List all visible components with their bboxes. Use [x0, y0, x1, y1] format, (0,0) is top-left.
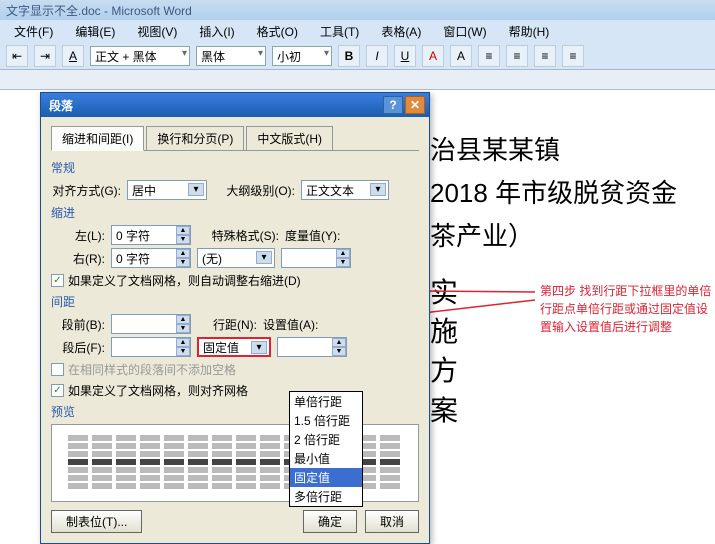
label-align: 对齐方式(G):: [51, 182, 121, 199]
label-chk1: 如果定义了文档网格，则自动调整右缩进(D): [68, 272, 301, 289]
window-title: 文字显示不全.doc - Microsoft Word: [6, 2, 192, 19]
outline-select[interactable]: 正文文本: [301, 180, 389, 200]
label-outline: 大纲级别(O):: [213, 182, 295, 199]
font-color-button[interactable]: A: [422, 45, 444, 67]
align-justify-button[interactable]: ≡: [562, 45, 584, 67]
label-at: 设置值(A):: [263, 316, 333, 333]
menu-file[interactable]: 文件(F): [4, 21, 63, 42]
space-after-field[interactable]: ▲▼: [111, 337, 191, 357]
window-titlebar: 文字显示不全.doc - Microsoft Word: [0, 0, 715, 20]
line-spacing-select[interactable]: 固定值: [197, 337, 271, 357]
underline-button[interactable]: U: [394, 45, 416, 67]
indent-left-button[interactable]: ⇤: [6, 45, 28, 67]
menu-bar: 文件(F) 编辑(E) 视图(V) 插入(I) 格式(O) 工具(T) 表格(A…: [0, 20, 715, 42]
annotation-text: 第四步 找到行距下拉框里的单倍行距点单倍行距或通过固定值设置输入设置值后进行调整: [540, 282, 715, 336]
menu-format[interactable]: 格式(O): [247, 21, 308, 42]
ruler: [0, 70, 715, 90]
dd-opt-fixed[interactable]: 固定值: [290, 468, 362, 487]
document-text: 治县某某镇 2018 年市级脱贫资金 茶产业） 实 施 方 案: [430, 130, 677, 430]
label-left: 左(L):: [51, 227, 105, 244]
label-chk3: 如果定义了文档网格，则对齐网格: [68, 382, 248, 399]
ok-button[interactable]: 确定: [303, 510, 357, 533]
label-by: 度量值(Y):: [285, 227, 355, 244]
tab-line-page[interactable]: 换行和分页(P): [146, 126, 244, 151]
dd-opt-1-5[interactable]: 1.5 倍行距: [290, 411, 362, 430]
font-dialog-button[interactable]: A: [62, 45, 84, 67]
menu-help[interactable]: 帮助(H): [499, 21, 560, 42]
indent-right-field[interactable]: 0 字符▲▼: [111, 248, 191, 268]
dialog-titlebar[interactable]: 段落 ? ✕: [41, 93, 429, 117]
doc-line-1: 治县某某镇: [430, 130, 677, 167]
group-preview: 预览: [51, 403, 419, 420]
menu-insert[interactable]: 插入(I): [189, 21, 244, 42]
align-select[interactable]: 居中: [127, 180, 207, 200]
help-button[interactable]: ?: [383, 96, 403, 114]
bold-button[interactable]: B: [338, 45, 360, 67]
label-right: 右(R):: [51, 250, 105, 267]
group-indent: 缩进: [51, 204, 419, 221]
dd-opt-double[interactable]: 2 倍行距: [290, 430, 362, 449]
align-right-button[interactable]: ≡: [534, 45, 556, 67]
align-left-button[interactable]: ≡: [478, 45, 500, 67]
doc-line-3: 茶产业）: [430, 216, 677, 253]
doc-vert-3: 方: [430, 351, 677, 390]
tab-strip: 缩进和间距(I) 换行和分页(P) 中文版式(H): [51, 125, 419, 151]
menu-window[interactable]: 窗口(W): [433, 21, 496, 42]
paragraph-dialog: 段落 ? ✕ 缩进和间距(I) 换行和分页(P) 中文版式(H) 常规 对齐方式…: [40, 92, 430, 544]
menu-table[interactable]: 表格(A): [371, 21, 431, 42]
indent-left-field[interactable]: 0 字符▲▼: [111, 225, 191, 245]
menu-edit[interactable]: 编辑(E): [65, 21, 125, 42]
label-before: 段前(B):: [51, 316, 105, 333]
menu-view[interactable]: 视图(V): [127, 21, 187, 42]
indent-right-button[interactable]: ⇥: [34, 45, 56, 67]
label-line: 行距(N):: [197, 316, 257, 333]
dialog-title: 段落: [45, 97, 381, 114]
snap-grid-checkbox[interactable]: ✓: [51, 384, 64, 397]
tab-indent-spacing[interactable]: 缩进和间距(I): [51, 126, 144, 151]
close-button[interactable]: ✕: [405, 96, 425, 114]
line-spacing-dropdown: 单倍行距 1.5 倍行距 2 倍行距 最小值 固定值 多倍行距: [289, 391, 363, 507]
font-select[interactable]: 黑体: [196, 46, 266, 66]
auto-adjust-checkbox[interactable]: ✓: [51, 274, 64, 287]
char-border-button[interactable]: A: [450, 45, 472, 67]
dd-opt-single[interactable]: 单倍行距: [290, 392, 362, 411]
label-special: 特殊格式(S):: [197, 227, 279, 244]
label-after: 段后(F):: [51, 339, 105, 356]
italic-button[interactable]: I: [366, 45, 388, 67]
no-space-same-style-checkbox: [51, 363, 64, 376]
dd-opt-min[interactable]: 最小值: [290, 449, 362, 468]
toolbar: ⇤ ⇥ A 正文 + 黑体 黑体 小初 B I U A A ≡ ≡ ≡ ≡: [0, 42, 715, 70]
preview-box: [51, 424, 419, 502]
doc-line-2: 2018 年市级脱贫资金: [430, 173, 677, 210]
special-select[interactable]: (无): [197, 248, 275, 268]
at-field[interactable]: ▲▼: [277, 337, 347, 357]
tab-chinese[interactable]: 中文版式(H): [246, 126, 333, 151]
by-field[interactable]: ▲▼: [281, 248, 351, 268]
dd-opt-multi[interactable]: 多倍行距: [290, 487, 362, 506]
space-before-field[interactable]: ▲▼: [111, 314, 191, 334]
align-center-button[interactable]: ≡: [506, 45, 528, 67]
menu-tools[interactable]: 工具(T): [310, 21, 369, 42]
group-spacing: 间距: [51, 293, 419, 310]
style-select[interactable]: 正文 + 黑体: [90, 46, 190, 66]
size-select[interactable]: 小初: [272, 46, 332, 66]
doc-vert-4: 案: [430, 391, 677, 430]
cancel-button[interactable]: 取消: [365, 510, 419, 533]
label-chk2: 在相同样式的段落间不添加空格: [68, 361, 236, 378]
group-general: 常规: [51, 159, 419, 176]
tabs-button[interactable]: 制表位(T)...: [51, 510, 142, 533]
